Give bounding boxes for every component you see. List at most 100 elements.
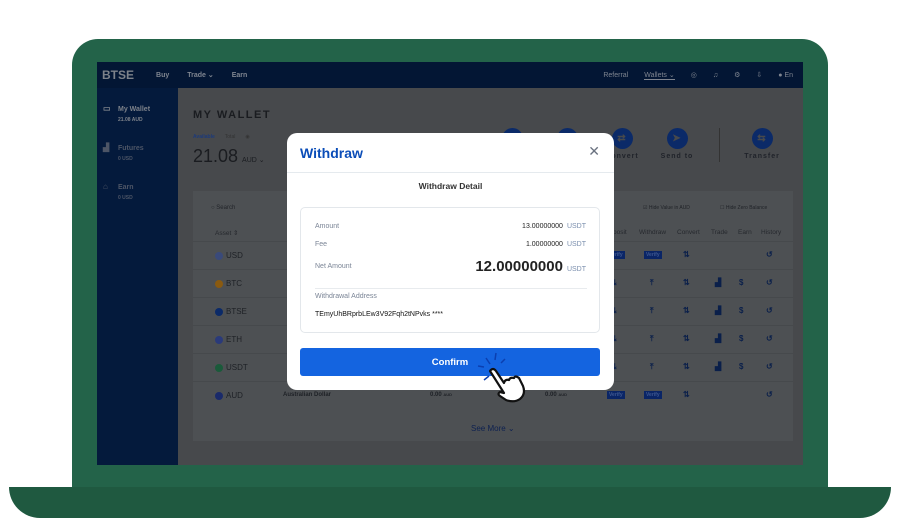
- asset-cell[interactable]: USDT: [215, 363, 248, 372]
- asset-cell[interactable]: BTC: [215, 279, 242, 288]
- verify-withdraw-button[interactable]: Verify: [644, 251, 662, 259]
- nav-trade[interactable]: Trade ⌄: [187, 71, 214, 79]
- unit: USDT: [566, 223, 586, 230]
- history-icon[interactable]: ↺: [766, 306, 773, 315]
- hide-zero-label: Hide Zero Balance: [725, 205, 768, 211]
- confirm-button[interactable]: Confirm: [300, 348, 600, 376]
- header-withdraw: Withdraw: [639, 229, 667, 236]
- fee-label: Fee: [315, 241, 328, 248]
- asset-symbol: ETH: [226, 335, 242, 344]
- convert-icon[interactable]: ⇅: [683, 278, 690, 287]
- close-icon[interactable]: ✕: [588, 143, 600, 160]
- convert-icon[interactable]: ⇅: [683, 250, 690, 259]
- sidebar-item-my-wallet[interactable]: ▭ My Wallet 21.08 AUD: [103, 104, 150, 123]
- search-input[interactable]: ○ Search: [203, 201, 293, 217]
- gear-icon[interactable]: ⚙: [734, 71, 740, 79]
- sidebar-item-value: 0 USD: [118, 156, 133, 162]
- convert-icon[interactable]: ⇅: [683, 362, 690, 371]
- history-icon[interactable]: ↺: [766, 362, 773, 371]
- history-icon[interactable]: ↺: [766, 250, 773, 259]
- modal-subtitle: Withdraw Detail: [418, 181, 483, 191]
- hide-zero-checkbox[interactable]: ☐ Hide Zero Balance: [720, 205, 767, 211]
- net-amount-label: Net Amount: [315, 263, 352, 270]
- top-nav: BTSE Buy Trade ⌄ Earn Referral Wallets ⌄…: [97, 62, 803, 88]
- nav-wallets[interactable]: Wallets ⌄: [644, 71, 675, 80]
- withdraw-icon[interactable]: ⤒: [650, 334, 654, 344]
- trade-icon[interactable]: ▟: [715, 334, 721, 343]
- hide-value-label: Hide Value in AUD: [648, 205, 690, 211]
- asset-symbol: USD: [226, 251, 243, 260]
- balance-amount: 21.08 AUD ⌄: [193, 146, 265, 167]
- total-tab[interactable]: Total: [225, 134, 236, 140]
- history-icon[interactable]: ↺: [766, 390, 773, 399]
- language-selector[interactable]: ● En: [778, 72, 793, 79]
- asset-cell[interactable]: USD: [215, 251, 243, 260]
- withdraw-icon[interactable]: ⤒: [650, 306, 654, 316]
- wallet-icon: ▭: [103, 104, 111, 113]
- unit: USDT: [566, 241, 586, 248]
- earn-icon: ⌂: [103, 182, 108, 191]
- sidebar-item-futures[interactable]: ▟ Futures 0 USD: [103, 143, 144, 162]
- sidebar-item-earn[interactable]: ⌂ Earn 0 USD: [103, 182, 134, 201]
- trade-icon[interactable]: ▟: [715, 362, 721, 371]
- hide-value-checkbox[interactable]: ☑ Hide Value in AUD: [643, 205, 690, 211]
- trade-icon[interactable]: ▟: [715, 278, 721, 287]
- asset-cell[interactable]: ETH: [215, 335, 242, 344]
- earn-icon[interactable]: $: [739, 334, 743, 343]
- header-deposit: posit: [613, 229, 627, 236]
- unit: AUD: [558, 392, 568, 397]
- amount-label: Amount: [315, 223, 340, 230]
- fee-value: 1.00000000 USDT: [526, 241, 586, 248]
- convert-icon[interactable]: ⇅: [683, 334, 690, 343]
- profile-icon[interactable]: ◎: [691, 71, 697, 79]
- nav-buy[interactable]: Buy: [156, 72, 169, 79]
- convert-icon[interactable]: ⇅: [683, 390, 690, 399]
- language-label: En: [784, 71, 793, 79]
- coin-icon: [215, 335, 223, 344]
- convert-icon[interactable]: ⇅: [683, 306, 690, 315]
- see-more-button[interactable]: See More ⌄: [471, 424, 515, 433]
- amount-value: 13.00000000 USDT: [522, 223, 586, 230]
- send-icon: ➤: [666, 128, 688, 149]
- total-value: 0.00: [545, 392, 557, 398]
- bell-icon[interactable]: ♫: [713, 72, 718, 79]
- divider: [719, 128, 720, 162]
- asset-cell[interactable]: AUD: [215, 391, 243, 400]
- earn-icon[interactable]: $: [739, 362, 743, 371]
- transfer-button[interactable]: ⇆ Transfer: [737, 128, 787, 160]
- withdraw-icon[interactable]: ⤒: [650, 278, 654, 288]
- convert-icon: ⇄: [611, 128, 633, 149]
- sidebar-item-value: 21.08 AUD: [118, 117, 143, 123]
- earn-icon[interactable]: $: [739, 278, 743, 287]
- send-to-label: Send to: [660, 153, 694, 160]
- asset-symbol: AUD: [226, 391, 243, 400]
- divider: [315, 288, 587, 289]
- modal-title: Withdraw: [300, 145, 363, 161]
- unit: USDT: [566, 266, 586, 273]
- address-label: Withdrawal Address: [315, 293, 377, 300]
- header-asset[interactable]: Asset ⇕: [215, 229, 239, 237]
- download-icon[interactable]: ⇩: [756, 71, 762, 79]
- currency-select[interactable]: AUD ⌄: [242, 157, 265, 164]
- history-icon[interactable]: ↺: [766, 334, 773, 343]
- trade-icon[interactable]: ▟: [715, 306, 721, 315]
- nav-referral[interactable]: Referral: [603, 72, 628, 79]
- verify-withdraw-button[interactable]: Verify: [644, 391, 662, 399]
- sidebar-item-label: My Wallet: [118, 106, 151, 113]
- nav-earn[interactable]: Earn: [232, 72, 248, 79]
- available-tab[interactable]: Available: [193, 134, 215, 140]
- total-cell: 0.00 AUD: [545, 392, 567, 398]
- eye-icon[interactable]: ◉: [245, 134, 249, 140]
- verify-deposit-button[interactable]: Verify: [607, 391, 625, 399]
- header-trade: Trade: [711, 229, 728, 236]
- laptop-base: [9, 487, 891, 518]
- balance-value: 21.08: [193, 146, 239, 166]
- history-icon[interactable]: ↺: [766, 278, 773, 287]
- btse-logo[interactable]: BTSE: [102, 68, 134, 82]
- send-to-button[interactable]: ➤ Send to: [652, 128, 702, 160]
- available-value: 0.00: [430, 392, 442, 398]
- asset-cell[interactable]: BTSE: [215, 307, 247, 316]
- earn-icon[interactable]: $: [739, 306, 743, 315]
- coin-icon: [215, 279, 223, 288]
- withdraw-icon[interactable]: ⤒: [650, 362, 654, 372]
